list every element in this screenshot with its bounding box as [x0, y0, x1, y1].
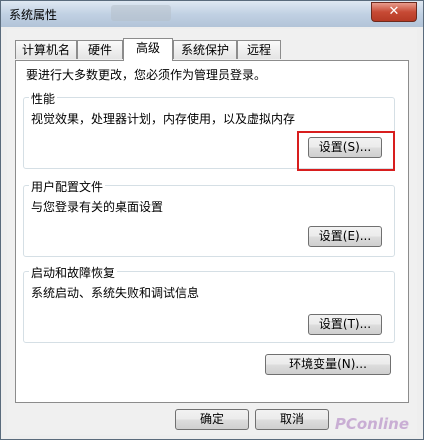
performance-label: 性能 [29, 90, 58, 107]
system-properties-window: 系统属性 ✕ 计算机名 硬件 高级 系统保护 远程 要进行大多数更改，您必须作为… [0, 0, 424, 440]
startup-recovery-description: 系统启动、系统失败和调试信息 [31, 286, 200, 300]
tab-computer-name[interactable]: 计算机名 [15, 40, 77, 59]
startup-settings-button[interactable]: 设置(T)... [308, 314, 382, 335]
title-bar[interactable]: 系统属性 ✕ [1, 1, 423, 27]
blurred-title-area [111, 5, 171, 21]
user-profiles-label: 用户配置文件 [29, 178, 106, 195]
startup-recovery-label: 启动和故障恢复 [29, 264, 118, 281]
tab-system-protection[interactable]: 系统保护 [173, 40, 237, 59]
tab-hardware[interactable]: 硬件 [77, 40, 123, 59]
startup-recovery-group: 启动和故障恢复 系统启动、系统失败和调试信息 设置(T)... [23, 264, 395, 343]
environment-variables-button[interactable]: 环境变量(N)... [265, 354, 391, 375]
tab-advanced[interactable]: 高级 [123, 38, 173, 61]
user-profiles-settings-button[interactable]: 设置(E)... [308, 226, 382, 247]
window-title: 系统属性 [9, 8, 58, 22]
tab-remote[interactable]: 远程 [237, 40, 281, 59]
performance-description: 视觉效果，处理器计划，内存使用，以及虚拟内存 [31, 112, 296, 126]
watermark-logo: PConline [334, 415, 409, 433]
highlight-box [297, 131, 395, 171]
dialog-client-area: 计算机名 硬件 高级 系统保护 远程 要进行大多数更改，您必须作为管理员登录。 … [7, 29, 417, 435]
admin-notice: 要进行大多数更改，您必须作为管理员登录。 [26, 68, 267, 82]
user-profiles-description: 与您登录有关的桌面设置 [31, 200, 164, 214]
ok-button[interactable]: 确定 [175, 409, 249, 430]
close-icon: ✕ [388, 4, 400, 19]
cancel-button[interactable]: 取消 [255, 409, 329, 430]
close-button[interactable]: ✕ [371, 2, 417, 22]
user-profiles-group: 用户配置文件 与您登录有关的桌面设置 设置(E)... [23, 178, 395, 257]
